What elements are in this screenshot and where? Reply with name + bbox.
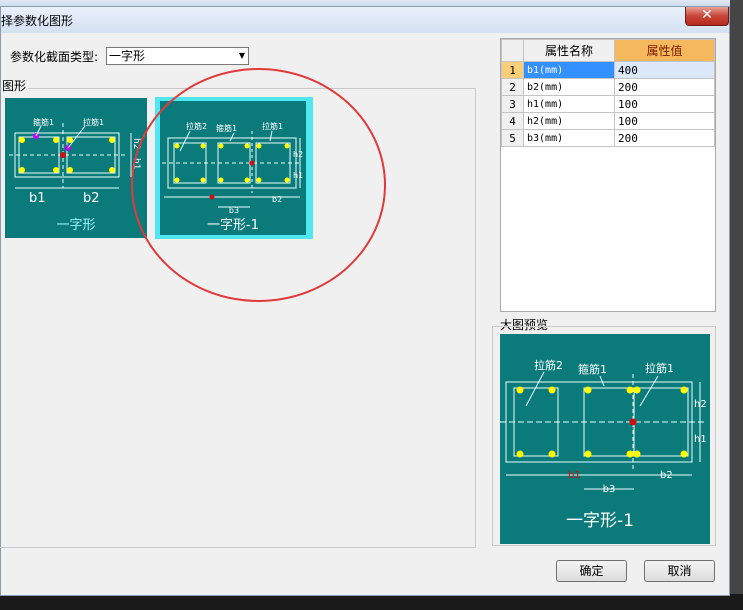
property-value-cell[interactable]: 100: [614, 95, 715, 113]
preview-dim-b2: b2: [660, 470, 673, 481]
shape1-caption: 一字形: [56, 218, 95, 233]
shape-thumbnail-inner: 拉筋2 箍筋1 拉筋1 h2 h1 b3 b2 一字形-1: [160, 101, 306, 235]
shape-yizixing-1-drawing: 拉筋2 箍筋1 拉筋1 h2 h1 b3 b2 一字形-1: [162, 121, 303, 233]
chevron-down-icon: ▼: [238, 51, 245, 60]
background-app-area: [730, 0, 743, 610]
ok-button[interactable]: 确定: [556, 560, 627, 582]
preview-caption: 一字形-1: [566, 511, 634, 531]
property-name-cell: b2(mm): [523, 78, 615, 96]
preview-annotation-tie1: 拉筋1: [645, 361, 674, 375]
table-row[interactable]: 2 b2(mm) 200: [501, 78, 715, 96]
section-type-select[interactable]: 一字形 ▼: [106, 47, 249, 65]
preview-annotation-stirrup1: 箍筋1: [578, 362, 607, 376]
row-index: 4: [501, 112, 524, 130]
cancel-button[interactable]: 取消: [644, 560, 715, 582]
shape2-dim-h1: h1: [293, 171, 303, 180]
property-name-cell: b3(mm): [523, 129, 615, 147]
section-type-label: 参数化截面类型:: [10, 50, 99, 64]
shape-thumbnail-yizixing[interactable]: 箍筋1 拉筋1 b1 b2 h2 h1 一字形: [5, 98, 147, 238]
shape2-dim-b3: b3: [229, 206, 239, 215]
shape1-dim-b1: b1: [29, 191, 46, 206]
row-index: 3: [501, 95, 524, 113]
background-app-canvas: [0, 594, 743, 610]
table-row[interactable]: 5 b3(mm) 200: [501, 129, 715, 147]
preview-drawing: 拉筋2 箍筋1 拉筋1 h2 h1 b1 b3 b2 一字形-1: [500, 358, 707, 531]
grid-corner-cell: [501, 39, 524, 62]
property-name-cell: h2(mm): [523, 112, 615, 130]
preview-annotation-tie2: 拉筋2: [534, 358, 563, 372]
shape2-dim-h2: h2: [293, 150, 303, 159]
row-index: 5: [501, 129, 524, 147]
property-name-cell: h1(mm): [523, 95, 615, 113]
preview-dim-b3: b3: [603, 484, 616, 495]
shapes-group-label: 图形: [2, 77, 29, 94]
property-name-cell: b1(mm): [523, 61, 615, 79]
shape2-annotation-tie2: 拉筋2: [186, 121, 207, 131]
property-value-cell[interactable]: 200: [614, 129, 715, 147]
dialog-title: 择参数化图形: [1, 14, 74, 28]
close-button[interactable]: ✕: [685, 7, 729, 26]
section-type-value: 一字形: [109, 49, 146, 63]
preview-dim-h2: h2: [694, 399, 707, 410]
properties-grid: 属性名称 属性值 1 b1(mm) 400 2 b2(mm) 200 3 h1(…: [500, 38, 716, 312]
grid-header-property-name: 属性名称: [523, 39, 615, 62]
shape1-annotation-tie1: 拉筋1: [83, 117, 104, 127]
dialog-titlebar: 择参数化图形 ✕: [1, 7, 729, 33]
row-index: 2: [501, 78, 524, 96]
table-row[interactable]: 1 b1(mm) 400: [501, 61, 715, 79]
shape1-dim-b2: b2: [83, 191, 100, 206]
shape1-dim-h2: h2: [131, 138, 141, 149]
shape1-annotation-stirrup1: 箍筋1: [33, 117, 54, 127]
row-index: 1: [501, 61, 524, 79]
property-value-cell[interactable]: 100: [614, 112, 715, 130]
property-value-cell[interactable]: 400: [614, 61, 715, 79]
shape2-dim-b2: b2: [272, 195, 282, 204]
grid-header-row: 属性名称 属性值: [501, 39, 715, 62]
shape-thumbnail-yizixing-1[interactable]: 拉筋2 箍筋1 拉筋1 h2 h1 b3 b2 一字形-1: [155, 97, 313, 239]
shape1-dim-h1: h1: [131, 158, 141, 169]
table-row[interactable]: 3 h1(mm) 100: [501, 95, 715, 113]
property-value-cell[interactable]: 200: [614, 78, 715, 96]
preview-image: 拉筋2 箍筋1 拉筋1 h2 h1 b1 b3 b2 一字形-1: [500, 334, 710, 544]
shape2-annotation-tie1: 拉筋1: [262, 121, 283, 131]
shape2-annotation-stirrup1: 箍筋1: [216, 123, 237, 133]
grid-header-property-value: 属性值: [614, 39, 715, 62]
shape2-caption: 一字形-1: [207, 218, 259, 233]
preview-dim-b1: b1: [568, 470, 581, 481]
preview-dim-h1: h1: [694, 434, 707, 445]
close-icon: ✕: [701, 7, 713, 23]
table-row[interactable]: 4 h2(mm) 100: [501, 112, 715, 130]
shape-yizixing-drawing: 箍筋1 拉筋1 b1 b2 h2 h1 一字形: [9, 117, 141, 233]
